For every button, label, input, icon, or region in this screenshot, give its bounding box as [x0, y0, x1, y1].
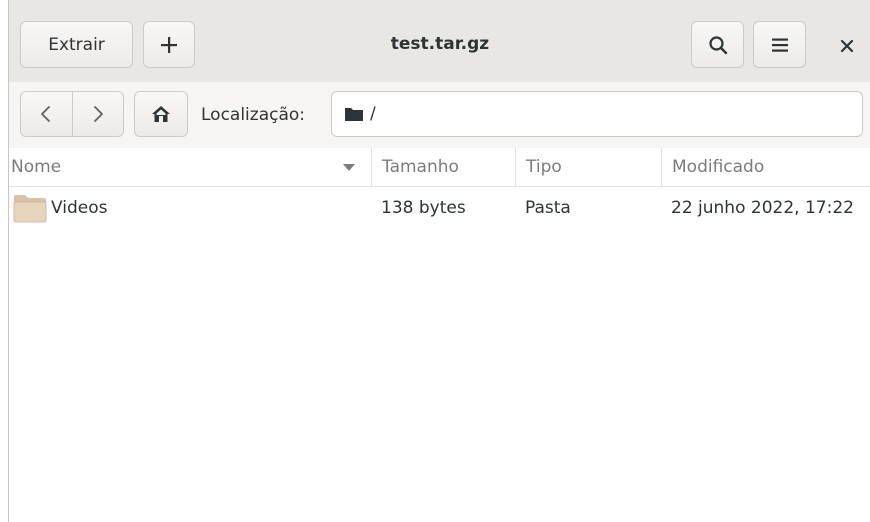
search-button[interactable]: [691, 21, 744, 68]
column-header-size-label: Tamanho: [382, 157, 459, 177]
forward-button[interactable]: [71, 92, 124, 136]
back-button[interactable]: [21, 92, 72, 136]
home-icon: [152, 106, 170, 122]
main-menu-button[interactable]: [753, 21, 806, 68]
file-list: Videos 138 bytes Pasta 22 junho 2022, 17…: [9, 187, 870, 229]
file-row[interactable]: Videos 138 bytes Pasta 22 junho 2022, 17…: [9, 187, 870, 229]
location-label: Localização:: [201, 105, 306, 125]
file-modified: 22 junho 2022, 17:22: [671, 198, 854, 218]
archive-manager-window: Extrair test.tar.gz Localização: / Nome …: [8, 0, 870, 522]
close-button[interactable]: [830, 29, 864, 63]
add-files-button[interactable]: [143, 21, 195, 68]
location-bar: Localização: /: [9, 82, 870, 149]
column-header-type[interactable]: Tipo: [515, 148, 661, 186]
location-path-field[interactable]: /: [331, 91, 863, 137]
file-size: 138 bytes: [381, 198, 466, 218]
column-header-modified[interactable]: Modificado: [661, 148, 870, 186]
file-name: Videos: [51, 198, 108, 218]
column-header-type-label: Tipo: [526, 157, 562, 177]
navigation-button-group: [20, 91, 124, 137]
extract-button-label: Extrair: [48, 34, 105, 55]
home-button[interactable]: [134, 91, 188, 137]
chevron-left-icon: [41, 106, 51, 122]
chevron-right-icon: [93, 106, 103, 122]
column-header-row: Nome Tamanho Tipo Modificado: [9, 148, 870, 187]
folder-icon: [13, 193, 47, 223]
column-header-size[interactable]: Tamanho: [371, 148, 515, 186]
plus-icon: [161, 36, 177, 53]
hamburger-menu-icon: [771, 38, 788, 52]
sort-descending-icon: [343, 164, 355, 171]
column-header-name[interactable]: Nome: [9, 148, 371, 186]
extract-button[interactable]: Extrair: [20, 21, 133, 68]
column-header-modified-label: Modificado: [672, 157, 765, 177]
file-name-cell: Videos: [13, 187, 108, 229]
close-icon: [840, 39, 854, 53]
search-icon: [708, 35, 727, 54]
window-title: test.tar.gz: [390, 34, 490, 54]
header-bar: Extrair test.tar.gz: [9, 0, 870, 83]
folder-icon: [344, 106, 364, 122]
file-type: Pasta: [525, 198, 571, 218]
column-header-name-label: Nome: [11, 157, 62, 177]
location-path: /: [370, 104, 376, 124]
